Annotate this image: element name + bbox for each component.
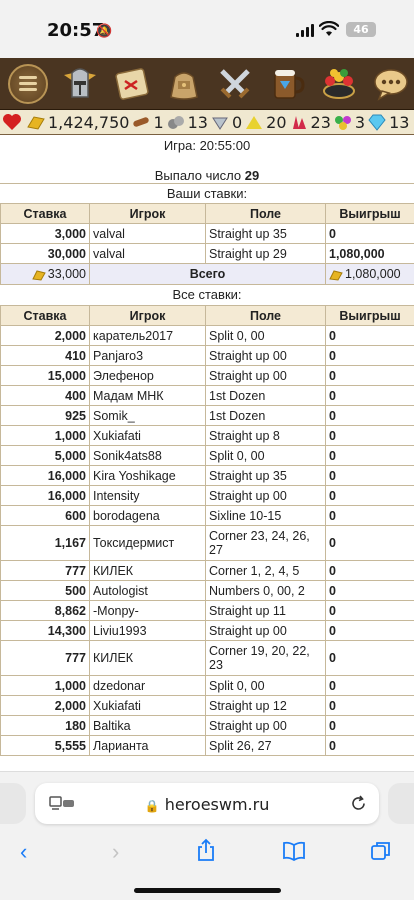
all-bets-table: Ставка Игрок Поле Выигрыш 2,000 каратель2… (0, 305, 414, 756)
col-win: Выигрыш (325, 203, 414, 224)
col-win: Выигрыш (325, 305, 414, 326)
col-field: Поле (205, 203, 326, 224)
all-bets-title: Все ставки: (172, 287, 242, 302)
chat-bubble-icon[interactable] (368, 61, 414, 107)
menu-button[interactable] (5, 61, 51, 107)
table-row: 500 Autologist Numbers 0, 00, 20 (0, 580, 414, 601)
table-row: 777 КИЛЕК Corner 1, 2, 4, 50 (0, 560, 414, 581)
table-row: 1,167 Токсидермист Corner 23, 24, 26, 27 0 (0, 525, 414, 561)
status-bar: 20:57 🔕 46 (0, 0, 414, 58)
total-win: 1,080,000 (345, 267, 401, 281)
heart-icon (2, 113, 22, 131)
gold-icon (26, 113, 46, 131)
wifi-icon (319, 21, 339, 36)
address-bar[interactable]: 🔒 heroeswm.ru (35, 783, 379, 824)
table-row: 2,000 каратель2017 Split 0, 00 0 (0, 325, 414, 346)
gems-icon (333, 113, 353, 131)
wood-icon (131, 113, 151, 131)
table-row: 600 borodagena Sixline 10-15 0 (0, 505, 414, 526)
mercury-icon (210, 113, 230, 131)
gems-amount: 3 (354, 112, 366, 132)
col-stake: Ставка (0, 203, 90, 224)
crystals-amount: 23 (310, 112, 331, 132)
diamond-icon (367, 113, 387, 131)
lock-icon: 🔒 (144, 799, 160, 813)
col-player: Игрок (89, 203, 206, 224)
sulfur-amount: 20 (266, 112, 287, 132)
tavern-mug-icon[interactable] (264, 61, 310, 107)
table-row: 5,000 Sonik4ats88 Split 0, 00 0 (0, 445, 414, 466)
knight-helmet-icon[interactable] (57, 61, 103, 107)
browser-bottom-bar: 🔒 heroeswm.ru ‹ › (0, 771, 414, 900)
roulette-casino-icon[interactable] (316, 61, 362, 107)
tabs-icon[interactable] (370, 840, 392, 862)
home-indicator (134, 888, 281, 893)
wood-amount: 1 (153, 112, 164, 132)
forward-icon[interactable]: › (112, 839, 119, 865)
table-row: 3,000 valval Straight up 35 0 (0, 223, 414, 244)
crystals-icon (289, 113, 309, 131)
total-label: Всего (89, 263, 326, 285)
total-row: 33,000 Всего 1,080,000 (0, 263, 414, 285)
table-row: 5,555 Ларианта Split 26, 27 0 (0, 735, 414, 756)
game-toolbar (0, 58, 414, 110)
previous-tab-pill[interactable] (0, 783, 26, 824)
crossed-swords-icon[interactable] (213, 61, 259, 107)
reload-icon[interactable] (350, 795, 367, 812)
ore-icon (166, 113, 186, 131)
map-scroll-icon[interactable] (109, 61, 155, 107)
bell-muted-icon: 🔕 (96, 23, 113, 38)
inventory-bag-icon[interactable] (161, 61, 207, 107)
result-number: 29 (244, 168, 260, 183)
game-info: Игра: 20:55:00 Выпало число 29 (0, 135, 414, 183)
col-stake: Ставка (0, 305, 90, 326)
resources-bar: 1,424,750 1 13 0 20 23 3 13 (0, 110, 414, 135)
ore-amount: 13 (187, 112, 208, 132)
next-tab-pill[interactable] (388, 783, 414, 824)
total-stake-cell: 33,000 (0, 263, 90, 285)
your-bets-table: Ставка Игрок Поле Выигрыш 3,000 valval S… (0, 203, 414, 285)
your-bets-title: Ваши ставки: (0, 183, 414, 203)
table-row: 2,000 Xukiafati Straight up 12 0 (0, 695, 414, 716)
share-icon[interactable] (195, 838, 217, 862)
table-row: 8,862 -Monpy- Straight up 11 0 (0, 600, 414, 621)
cellular-signal-icon (296, 24, 314, 37)
table-row: 16,000 Kira Yoshikage Straight up 35 0 (0, 465, 414, 486)
col-player: Игрок (89, 305, 206, 326)
mercury-amount: 0 (231, 112, 243, 132)
total-win-cell: 1,080,000 (325, 263, 414, 285)
table-row: 925 Somik_ 1st Dozen 0 (0, 405, 414, 426)
table-row: 400 Мадам МНК 1st Dozen 0 (0, 385, 414, 406)
table-row: 15,000 Элефенор Straight up 00 0 (0, 365, 414, 386)
gold-icon (32, 270, 46, 281)
table-row: 14,300 Liviu1993 Straight up 00 0 (0, 620, 414, 641)
total-stake: 33,000 (47, 267, 86, 281)
result-line: Выпало число 29 (154, 168, 260, 183)
table-row: 777 КИЛЕК Corner 19, 20, 22, 23 0 (0, 640, 414, 676)
battery-icon: 46 (346, 22, 376, 37)
table-row: 1,000 dzedonar Split 0, 00 0 (0, 675, 414, 696)
table-row: 30,000 valval Straight up 29 1,080,000 (0, 243, 414, 264)
table-row: 16,000 Intensity Straight up 00 0 (0, 485, 414, 506)
col-field: Поле (205, 305, 326, 326)
roulette-results-page: Игра: 20:55:00 Выпало число 29 Ваши став… (0, 135, 414, 771)
url-text[interactable]: 🔒 heroeswm.ru (35, 795, 379, 814)
table-row: 180 Baltika Straight up 00 0 (0, 715, 414, 736)
sulfur-icon (244, 113, 264, 131)
gold-icon (329, 270, 343, 281)
table-row: 1,000 Xukiafati Straight up 80 (0, 425, 414, 446)
diamonds-amount: 13 (389, 112, 410, 132)
gold-amount: 1,424,750 (48, 112, 130, 132)
back-icon[interactable]: ‹ (20, 839, 27, 865)
hamburger-icon (7, 63, 48, 104)
game-time: Игра: 20:55:00 (163, 138, 251, 153)
bookmarks-icon[interactable] (282, 841, 306, 861)
table-row: 410 Panjaro3 Straight up 00 0 (0, 345, 414, 366)
